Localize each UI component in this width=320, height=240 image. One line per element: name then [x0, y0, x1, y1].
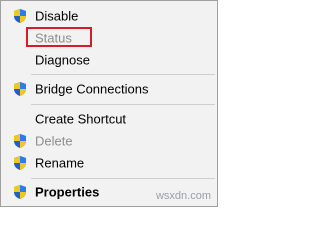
menu-item-disable[interactable]: Disable	[3, 5, 215, 27]
menu-item-label: Rename	[35, 155, 85, 171]
menu-separator	[31, 104, 215, 105]
menu-item-label: Diagnose	[35, 52, 90, 68]
uac-shield-icon	[14, 82, 26, 96]
menu-item-label: Properties	[35, 184, 100, 200]
menu-item-label: Create Shortcut	[35, 111, 127, 127]
menu-item-label: Bridge Connections	[35, 81, 149, 97]
uac-shield-icon	[14, 134, 26, 148]
highlight-box	[26, 27, 92, 47]
watermark: wsxdn.com	[155, 190, 211, 202]
menu-item-create-shortcut[interactable]: Create Shortcut	[3, 108, 215, 130]
uac-shield-icon	[14, 185, 26, 199]
context-menu: Disable Status Diagnose Bridge Connectio…	[0, 0, 218, 207]
menu-item-label: Delete	[35, 133, 73, 149]
menu-item-diagnose[interactable]: Diagnose	[3, 49, 215, 71]
menu-item-delete: Delete	[3, 130, 215, 152]
uac-shield-icon	[14, 9, 26, 23]
menu-item-bridge-connections[interactable]: Bridge Connections	[3, 78, 215, 100]
menu-item-label: Disable	[35, 8, 79, 24]
menu-separator	[31, 178, 215, 179]
uac-shield-icon	[14, 156, 26, 170]
menu-item-rename[interactable]: Rename	[3, 152, 215, 174]
menu-separator	[31, 74, 215, 75]
